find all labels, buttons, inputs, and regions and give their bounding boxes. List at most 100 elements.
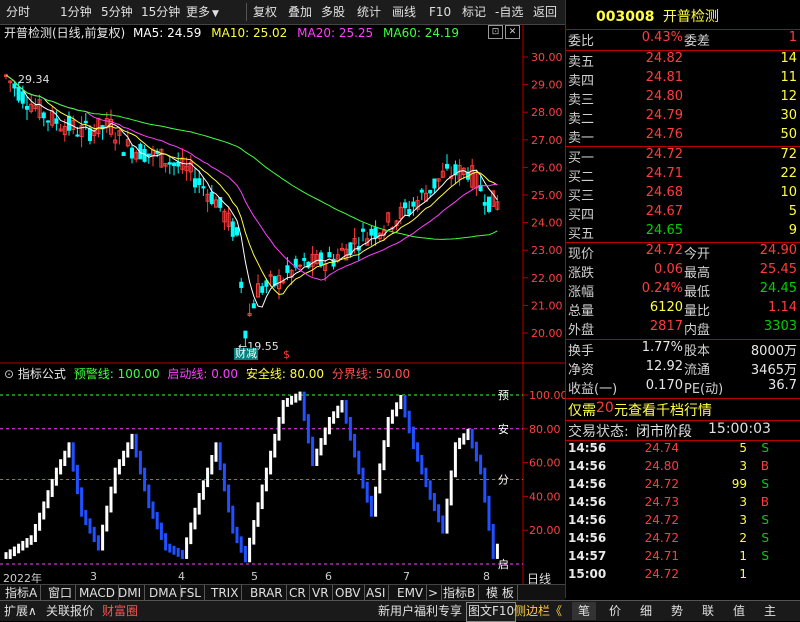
indicator-bar	[197, 493, 201, 515]
overlay-button[interactable]: 叠加	[288, 3, 312, 21]
indicator-tab[interactable]: 指标B	[440, 585, 480, 601]
indicator-tab[interactable]: OBV	[332, 585, 365, 601]
x-label-6: 6	[325, 570, 332, 583]
restore-rights-button[interactable]: 复权	[253, 3, 277, 21]
indicator-tab[interactable]: FSL	[177, 585, 205, 601]
candle-body	[302, 258, 307, 261]
indicator-bar	[12, 546, 16, 557]
ask-row[interactable]: 卖二 24.79 30	[566, 108, 800, 128]
bid-row[interactable]: 买三 24.68 10	[566, 185, 800, 205]
stats-button[interactable]: 统计	[357, 3, 381, 21]
indicator-bar	[42, 501, 46, 520]
warn-line-label: 预警线: 100.00	[73, 367, 160, 381]
related-quote-tab[interactable]: 关联报价	[46, 602, 94, 620]
tick-price: 24.72	[644, 531, 679, 545]
indicator-tab[interactable]: TRIX	[208, 585, 243, 601]
indicator-tab[interactable]: 模 板	[483, 585, 518, 601]
indicator-tab[interactable]: ASI	[363, 585, 390, 601]
candle-body	[369, 228, 374, 236]
indicator-bar	[109, 486, 113, 513]
ask-row[interactable]: 卖四 24.81 11	[566, 70, 800, 90]
side-tab[interactable]: 价	[603, 602, 627, 620]
bid-volume: 22	[780, 166, 797, 181]
collapse-icon[interactable]: ⊙	[4, 367, 14, 381]
indicator-tab[interactable]: 窗口	[45, 585, 77, 601]
dividend-marker[interactable]: 财减	[234, 348, 258, 360]
f10-button[interactable]: F10	[429, 3, 451, 21]
indicator-tab[interactable]: MACD	[76, 585, 119, 601]
bid-row[interactable]: 买四 24.67 5	[566, 204, 800, 224]
period-tab-5min[interactable]: 5分钟	[101, 3, 133, 21]
indicator-tab[interactable]: DMI	[115, 585, 146, 601]
ask-row[interactable]: 卖五 24.82 14	[566, 51, 800, 71]
promo-banner[interactable]: 仅需 20 元查看千档行情	[566, 400, 800, 420]
sidebar-toggle[interactable]: 侧边栏《	[514, 602, 562, 620]
bid-volume: 5	[788, 204, 797, 219]
indicator-chart[interactable]: 预安分启 100.00 80.00 60.00 40.00 20.00 ⊙ 指标公式 预…	[0, 364, 568, 586]
multi-stock-button[interactable]: 多股	[321, 3, 345, 21]
ask-row[interactable]: 卖一 24.76 50	[566, 127, 800, 147]
quote-value: 25.45	[759, 262, 797, 277]
more-periods-dropdown[interactable]: 更多 ▼	[186, 3, 219, 21]
bid-row[interactable]: 买一 24.72 72	[566, 147, 800, 167]
promo-prefix: 仅需	[568, 403, 596, 419]
price-tick-label: 26.00	[531, 161, 563, 174]
back-button[interactable]: 返回	[533, 3, 557, 21]
side-tab[interactable]: 势	[665, 602, 689, 620]
remove-watchlist-button[interactable]: -自选	[495, 3, 523, 21]
indicator-tab[interactable]: CR	[286, 585, 310, 601]
bid-row[interactable]: 买五 24.65 9	[566, 223, 800, 243]
tick-row: 15:00 24.72 1	[566, 567, 800, 587]
ask-row[interactable]: 卖三 24.80 12	[566, 89, 800, 109]
bid-label: 买二	[568, 170, 595, 185]
candle-body	[172, 162, 176, 166]
bid-row[interactable]: 买二 24.71 22	[566, 166, 800, 186]
event-marker-icon[interactable]: $	[283, 349, 290, 361]
period-tab-15min[interactable]: 15分钟	[141, 3, 180, 21]
side-tab[interactable]: 细	[634, 602, 658, 620]
side-tab[interactable]: 笔	[572, 602, 597, 620]
indicator-bar	[382, 440, 386, 471]
indicator-tab[interactable]: VR	[309, 585, 333, 601]
candle-body	[428, 189, 433, 194]
f10-graphic-button[interactable]: 图文F10	[466, 602, 517, 622]
chart-close-icon[interactable]: ✕	[505, 25, 520, 39]
candle-body	[361, 228, 365, 232]
indicator-bar	[105, 505, 109, 532]
weibi-value: 0.43%	[641, 30, 683, 45]
time-axis: 2022年 3 4 5 6 7 8 日线	[0, 568, 565, 586]
indicator-bar	[134, 433, 138, 458]
indicator-bar	[315, 448, 319, 466]
new-user-promo-link[interactable]: 新用户福利专享	[378, 602, 462, 620]
indicator-name[interactable]: 指标公式	[18, 367, 66, 381]
side-tab[interactable]: 主	[758, 602, 782, 620]
draw-line-button[interactable]: 画线	[392, 3, 416, 21]
quote-row: 涨跌 0.06 最高 25.45	[566, 262, 800, 282]
indicator-tab[interactable]: DMA	[146, 585, 181, 601]
indicator-bar	[29, 535, 33, 545]
indicator-bar	[407, 410, 411, 434]
indicator-bar	[336, 405, 340, 419]
side-tab[interactable]: 联	[696, 602, 720, 620]
candle-body	[130, 147, 134, 159]
indicator-bar	[269, 450, 273, 475]
mark-button[interactable]: 标记	[462, 3, 486, 21]
candle-body	[25, 105, 29, 110]
stat-value: 0.170	[645, 378, 683, 393]
indicator-tab[interactable]: EMV	[394, 585, 428, 601]
expand-button[interactable]: 扩展∧	[4, 602, 37, 620]
indicator-bar	[332, 411, 336, 424]
weicha-value: 1	[788, 30, 797, 45]
kline-chart[interactable]: 30.00 29.00 28.00 27.00 26.00 25.00 24.00 23.00…	[0, 24, 565, 364]
indicator-bar	[353, 433, 357, 458]
indicator-bar	[176, 547, 180, 557]
chart-settings-icon[interactable]: ⊡	[488, 25, 503, 39]
wealth-circle-tab[interactable]: 财富圈	[102, 602, 138, 620]
quote-value: 0.06	[654, 262, 683, 277]
tick-side: S	[761, 513, 769, 527]
side-tab[interactable]: 值	[727, 602, 751, 620]
indicator-tab[interactable]: BRAR	[247, 585, 287, 601]
indicator-tab[interactable]: 指标A	[2, 585, 42, 601]
period-tab-timeshare[interactable]: 分时	[6, 3, 30, 21]
period-tab-1min[interactable]: 1分钟	[60, 3, 92, 21]
